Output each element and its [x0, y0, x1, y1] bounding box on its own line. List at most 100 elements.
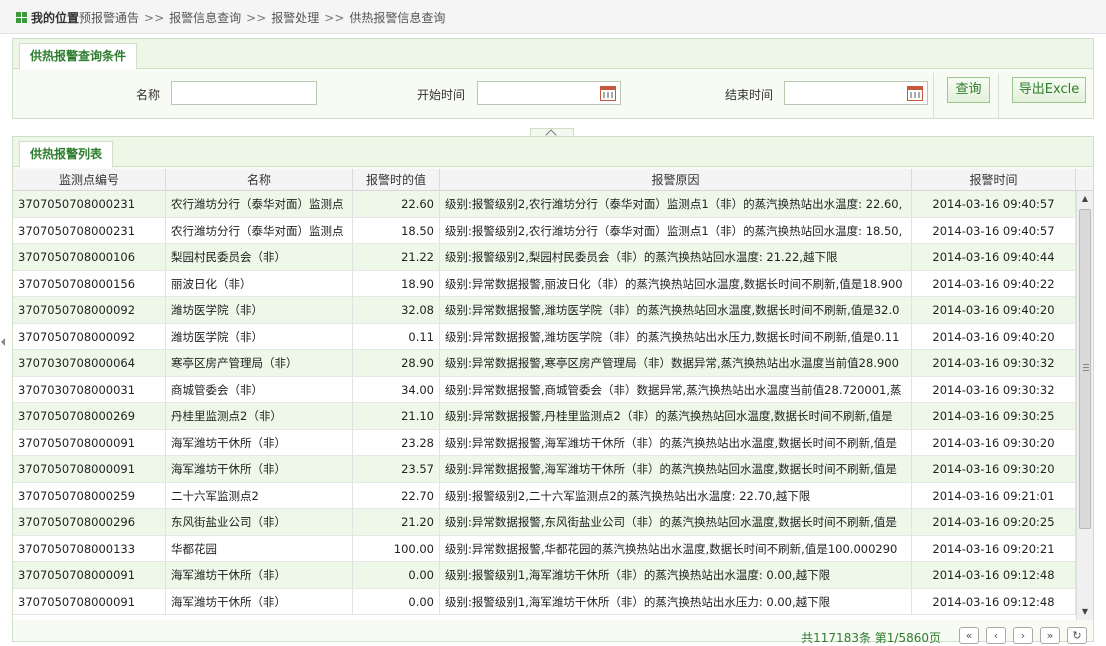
scroll-thumb[interactable] — [1079, 209, 1091, 529]
table-row[interactable]: 3707050708000092 潍坊医学院（非） 32.08 级别:异常数据报警,潍… — [13, 297, 1076, 324]
table-row[interactable]: 3707050708000091 海军潍坊干休所（非） 0.00 级别:报警级别1,海… — [13, 588, 1076, 615]
column-header-time[interactable]: 报警时间 — [912, 169, 1076, 191]
cell-name: 海军潍坊干休所（非） — [166, 429, 353, 456]
cell-name: 寒亭区房产管理局（非） — [166, 350, 353, 376]
table-row[interactable]: 3707050708000231 农行潍坊分行（泰华对面）监测点 22.60 级别:报… — [13, 191, 1076, 218]
cell-time: 2014-03-16 09:40:22 — [912, 270, 1076, 297]
pager-info: 共117183条 第1/5860页 — [801, 631, 941, 645]
chevron-left-icon[interactable] — [0, 338, 5, 346]
cell-id: 3707050708000091 — [13, 429, 166, 456]
scroll-up-icon[interactable]: ▲ — [1077, 191, 1093, 207]
table-row[interactable]: 3707050708000231 农行潍坊分行（泰华对面）监测点 18.50 级别:报… — [13, 217, 1076, 244]
table-row[interactable]: 3707030708000064 寒亭区房产管理局（非） 28.90 级别:异常数据报… — [13, 350, 1076, 377]
cell-name: 海军潍坊干休所（非） — [166, 456, 353, 482]
cell-value: 18.90 — [353, 270, 440, 297]
table-row[interactable]: 3707050708000133 华都花园 100.00 级别:异常数据报警,华都花园… — [13, 535, 1076, 562]
table-row[interactable]: 3707050708000091 海军潍坊干休所（非） 23.28 级别:异常数据报警… — [13, 429, 1076, 456]
cell-id: 3707050708000091 — [13, 562, 166, 588]
cell-time: 2014-03-16 09:40:20 — [912, 297, 1076, 323]
table-row[interactable]: 3707050708000091 海军潍坊干休所（非） 23.57 级别:异常数据报警… — [13, 456, 1076, 483]
cell-value: 0.00 — [353, 562, 440, 588]
cell-time: 2014-03-16 09:30:32 — [912, 350, 1076, 376]
cell-id: 3707050708000091 — [13, 456, 166, 482]
pager: 共117183条 第1/5860页 « ‹ › » ↻ — [13, 626, 1093, 645]
cell-value: 21.10 — [353, 403, 440, 429]
tab-query-conditions[interactable]: 供热报警查询条件 — [19, 43, 138, 70]
export-excel-button[interactable]: 导出Excle — [1012, 77, 1086, 103]
prev-page-button[interactable]: ‹ — [986, 627, 1006, 644]
cell-reason: 级别:异常数据报警,丹桂里监测点2（非）的蒸汽换热站回水温度,数据长时间不刷新,… — [440, 403, 912, 429]
cell-reason: 级别:报警级别1,海军潍坊干休所（非）的蒸汽换热站出水压力: 0.00,越下限 — [440, 588, 912, 615]
table-row[interactable]: 3707050708000092 潍坊医学院（非） 0.11 级别:异常数据报警,潍坊… — [13, 323, 1076, 350]
cell-id: 3707050708000106 — [13, 244, 166, 270]
cell-name: 潍坊医学院（非） — [166, 323, 353, 350]
cell-reason: 级别:异常数据报警,华都花园的蒸汽换热站出水温度,数据长时间不刷新,值是100.… — [440, 535, 912, 562]
cell-id: 3707030708000064 — [13, 350, 166, 376]
breadcrumb-item-3[interactable]: 报警处理 — [271, 11, 319, 25]
table-row[interactable]: 3707050708000156 丽波日化（非） 18.90 级别:异常数据报警,丽波… — [13, 270, 1076, 297]
cell-time: 2014-03-16 09:30:20 — [912, 429, 1076, 456]
table-row[interactable]: 3707030708000031 商城管委会（非） 34.00 级别:异常数据报警,商… — [13, 376, 1076, 403]
cell-time: 2014-03-16 09:30:25 — [912, 403, 1076, 429]
query-panel: 供热报警查询条件 名称 开始时间 结束时间 查询 导出Excle — [12, 38, 1094, 119]
breadcrumb-item-4: 供热报警信息查询 — [349, 11, 446, 25]
next-page-button[interactable]: › — [1013, 627, 1033, 644]
cell-id: 3707050708000269 — [13, 403, 166, 429]
cell-id: 3707050708000231 — [13, 217, 166, 244]
cell-id: 3707050708000156 — [13, 270, 166, 297]
cell-name: 农行潍坊分行（泰华对面）监测点 — [166, 217, 353, 244]
cell-value: 23.57 — [353, 456, 440, 482]
last-page-button[interactable]: » — [1040, 627, 1060, 644]
cell-time: 2014-03-16 09:40:57 — [912, 217, 1076, 244]
cell-value: 23.28 — [353, 429, 440, 456]
table-row[interactable]: 3707050708000259 二十六军监测点2 22.70 级别:报警级别2,二十… — [13, 482, 1076, 509]
first-page-button[interactable]: « — [959, 627, 979, 644]
breadcrumb-item-1[interactable]: 预报警通告 — [79, 11, 139, 25]
column-header-name[interactable]: 名称 — [166, 169, 353, 191]
cell-id: 3707050708000296 — [13, 509, 166, 535]
cell-reason: 级别:报警级别2,二十六军监测点2的蒸汽换热站出水温度: 22.70,越下限 — [440, 482, 912, 509]
column-header-reason[interactable]: 报警原因 — [440, 169, 912, 191]
list-panel: 供热报警列表 监测点编号 名称 报警时的值 报警原因 报警时间 37070507… — [12, 136, 1094, 645]
breadcrumb-separator: >> — [246, 11, 267, 25]
cell-reason: 级别:异常数据报警,商城管委会（非）数据异常,蒸汽换热站出水温度当前值28.72… — [440, 376, 912, 403]
tab-alarm-list[interactable]: 供热报警列表 — [19, 141, 114, 168]
cell-id: 3707050708000259 — [13, 482, 166, 509]
cell-value: 18.50 — [353, 217, 440, 244]
table-row[interactable]: 3707050708000106 梨园村民委员会（非） 21.22 级别:报警级别2,… — [13, 244, 1076, 271]
cell-value: 22.60 — [353, 191, 440, 217]
table-row[interactable]: 3707050708000091 海军潍坊干休所（非） 0.00 级别:报警级别1,海… — [13, 562, 1076, 589]
cell-value: 0.11 — [353, 323, 440, 350]
vertical-scrollbar[interactable]: ▲ ▼ — [1076, 191, 1093, 620]
cell-reason: 级别:报警级别2,农行潍坊分行（泰华对面）监测点1（非）的蒸汽换热站出水温度: … — [440, 191, 912, 217]
list-tabbar: 供热报警列表 — [13, 137, 1093, 168]
cell-time: 2014-03-16 09:20:21 — [912, 535, 1076, 562]
column-header-id[interactable]: 监测点编号 — [13, 169, 166, 191]
cell-value: 28.90 — [353, 350, 440, 376]
query-tabbar: 供热报警查询条件 — [13, 39, 1093, 70]
cell-id: 3707050708000092 — [13, 323, 166, 350]
table-row[interactable]: 3707050708000296 东风街盐业公司（非） 21.20 级别:异常数据报警… — [13, 509, 1076, 536]
breadcrumb-item-2[interactable]: 报警信息查询 — [169, 11, 241, 25]
cell-name: 潍坊医学院（非） — [166, 297, 353, 323]
breadcrumb: 我的位置预报警通告 >> 报警信息查询 >> 报警处理 >> 供热报警信息查询 — [16, 9, 445, 26]
calendar-icon[interactable] — [600, 86, 616, 101]
cell-time: 2014-03-16 09:40:44 — [912, 244, 1076, 270]
divider — [998, 73, 999, 119]
grip-icon — [1083, 364, 1089, 371]
calendar-icon[interactable] — [907, 86, 923, 101]
start-time-label: 开始时间 — [417, 88, 466, 102]
scroll-down-icon[interactable]: ▼ — [1077, 604, 1093, 620]
grid-icon — [16, 12, 27, 23]
table-row[interactable]: 3707050708000269 丹桂里监测点2（非） 21.10 级别:异常数据报警… — [13, 403, 1076, 430]
query-button[interactable]: 查询 — [947, 77, 990, 103]
column-header-value[interactable]: 报警时的值 — [353, 169, 440, 191]
cell-id: 3707050708000133 — [13, 535, 166, 562]
table-header: 监测点编号 名称 报警时的值 报警原因 报警时间 — [13, 169, 1093, 191]
cell-value: 32.08 — [353, 297, 440, 323]
end-time-input[interactable] — [784, 81, 928, 105]
name-input[interactable] — [171, 81, 317, 105]
refresh-icon[interactable]: ↻ — [1067, 627, 1087, 644]
top-bar: 我的位置预报警通告 >> 报警信息查询 >> 报警处理 >> 供热报警信息查询 — [0, 0, 1106, 34]
start-time-input[interactable] — [477, 81, 621, 105]
